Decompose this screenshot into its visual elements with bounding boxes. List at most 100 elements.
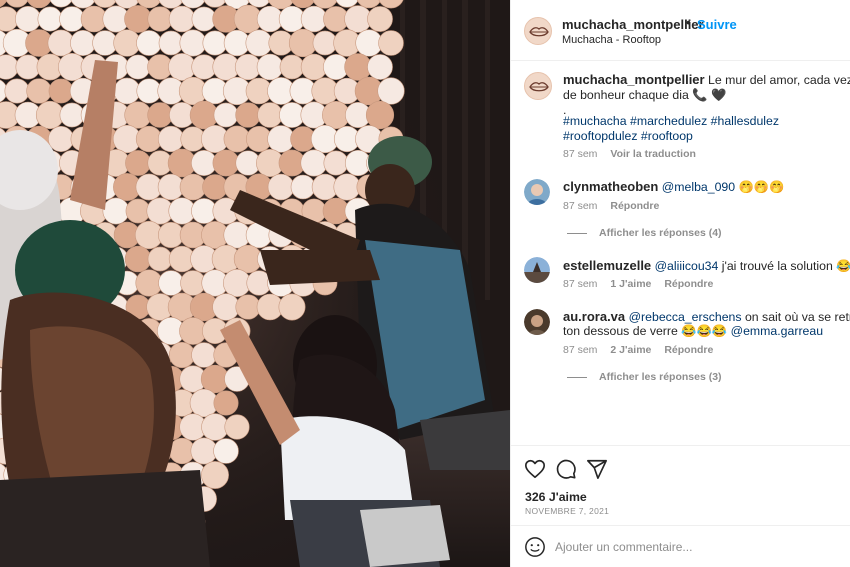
coaster — [179, 29, 207, 57]
lips-logo-icon — [529, 27, 549, 37]
coaster — [365, 100, 395, 130]
view-replies-label: Afficher les réponses (3) — [599, 371, 722, 383]
coaster — [168, 5, 196, 33]
see-translation-link[interactable]: Voir la traduction — [610, 148, 696, 160]
coaster — [147, 6, 173, 32]
caption-avatar[interactable] — [524, 72, 552, 100]
view-replies-button[interactable]: Afficher les réponses (3) — [567, 371, 722, 383]
commenter-username[interactable]: clynmatheoben — [563, 179, 658, 194]
post-header: muchacha_montpellier • Suivre Muchacha -… — [511, 0, 850, 61]
comment-likes[interactable]: 1 J'aime — [610, 278, 651, 290]
coaster — [124, 245, 152, 273]
coaster — [158, 30, 184, 56]
post-date: NOVEMBRE 7, 2021 — [525, 506, 610, 516]
header-username[interactable]: muchacha_montpellier — [562, 17, 704, 32]
coaster — [279, 54, 305, 80]
post-photo[interactable] — [0, 0, 510, 567]
coaster — [213, 102, 239, 128]
coaster — [179, 173, 207, 201]
comment-mention[interactable]: @melba_090 — [662, 180, 735, 194]
coaster — [147, 102, 173, 128]
coaster — [212, 149, 240, 177]
location-link[interactable]: Muchacha - Rooftop — [562, 34, 661, 46]
coaster — [257, 102, 283, 128]
replies-divider — [567, 376, 587, 378]
coaster — [70, 30, 96, 56]
comment-likes[interactable]: 2 J'aime — [610, 344, 651, 356]
coaster — [256, 53, 284, 81]
heart-icon[interactable] — [524, 458, 546, 485]
photo-scene — [0, 0, 510, 567]
caption-age: 87 sem — [563, 148, 598, 160]
coaster — [190, 437, 218, 465]
coaster — [48, 78, 74, 104]
comment-text-line-2: ton dessous de verre 😂😂😂 — [563, 324, 731, 338]
commenter-avatar[interactable] — [524, 309, 550, 335]
coaster — [378, 30, 404, 56]
coaster — [278, 293, 306, 321]
coaster — [201, 413, 229, 441]
caption-line-2: de bonheur chaque dia 📞 🖤 — [563, 88, 727, 102]
reply-button[interactable]: Répondre — [664, 278, 713, 290]
commenter-username[interactable]: au.rora.va — [563, 309, 625, 324]
follow-button[interactable]: Suivre — [697, 17, 737, 32]
likes-count[interactable]: 326 J'aime — [525, 490, 587, 504]
coaster — [201, 461, 229, 489]
add-comment-bar — [511, 525, 850, 567]
coaster — [59, 102, 85, 128]
coaster — [136, 30, 162, 56]
view-replies-button[interactable]: Afficher les réponses (4) — [567, 227, 722, 239]
comment-text: on sait où va se retrouver — [744, 310, 850, 324]
coaster — [191, 342, 217, 368]
comment-input[interactable] — [555, 537, 815, 557]
coaster — [367, 6, 393, 32]
reply-button[interactable]: Répondre — [610, 200, 659, 212]
coaster — [202, 30, 228, 56]
commenter-username[interactable]: estellemuzelle — [563, 258, 651, 273]
coaster — [125, 54, 151, 80]
coaster — [168, 341, 196, 369]
commenter-avatar[interactable] — [524, 257, 550, 283]
post-actions: 326 J'aime NOVEMBRE 7, 2021 — [511, 445, 850, 525]
coaster — [14, 5, 42, 33]
coaster — [333, 173, 361, 201]
coaster — [267, 173, 295, 201]
replies-divider — [567, 232, 587, 234]
comment-mention-2[interactable]: @emma.garreau — [731, 324, 823, 338]
coaster — [26, 78, 52, 104]
coaster — [377, 77, 405, 105]
coaster — [157, 125, 185, 153]
coaster — [224, 414, 250, 440]
coaster — [158, 270, 184, 296]
comment-icon[interactable] — [555, 458, 577, 485]
coaster — [102, 197, 130, 225]
coaster — [212, 293, 240, 321]
caption-username[interactable]: muchacha_montpellier — [563, 72, 705, 87]
coaster — [300, 5, 328, 33]
reply-button[interactable]: Répondre — [664, 344, 713, 356]
caption-hashtags[interactable]: #muchacha #marchedulez #hallesdulez #roo… — [563, 114, 850, 144]
coaster — [235, 102, 261, 128]
emoji-icon[interactable] — [524, 536, 546, 563]
coaster — [323, 150, 349, 176]
commenter-avatar[interactable] — [524, 179, 550, 205]
coaster — [213, 438, 239, 464]
coaster — [48, 126, 74, 152]
coaster — [125, 150, 151, 176]
comment-mention[interactable]: @aliiicou34 — [655, 259, 719, 273]
coaster — [4, 78, 30, 104]
lips-logo-icon — [529, 82, 549, 92]
coaster — [213, 390, 239, 416]
comment-age: 87 sem — [563, 344, 598, 356]
profile-avatar[interactable] — [524, 17, 552, 45]
coaster — [367, 54, 393, 80]
coaster — [37, 6, 63, 32]
comment-text: j'ai trouvé la solution 😂😜 — [721, 259, 850, 273]
comment-mention[interactable]: @rebecca_erschens — [629, 310, 742, 324]
post-panel: muchacha_montpellier • Suivre Muchacha -… — [510, 0, 850, 567]
coaster — [125, 198, 151, 224]
caption-meta: 87 sem Voir la traduction — [563, 148, 696, 160]
caption-line-1: Le mur del amor, cada vez más r — [708, 73, 850, 87]
comment-age: 87 sem — [563, 278, 598, 290]
share-icon[interactable] — [586, 458, 608, 485]
